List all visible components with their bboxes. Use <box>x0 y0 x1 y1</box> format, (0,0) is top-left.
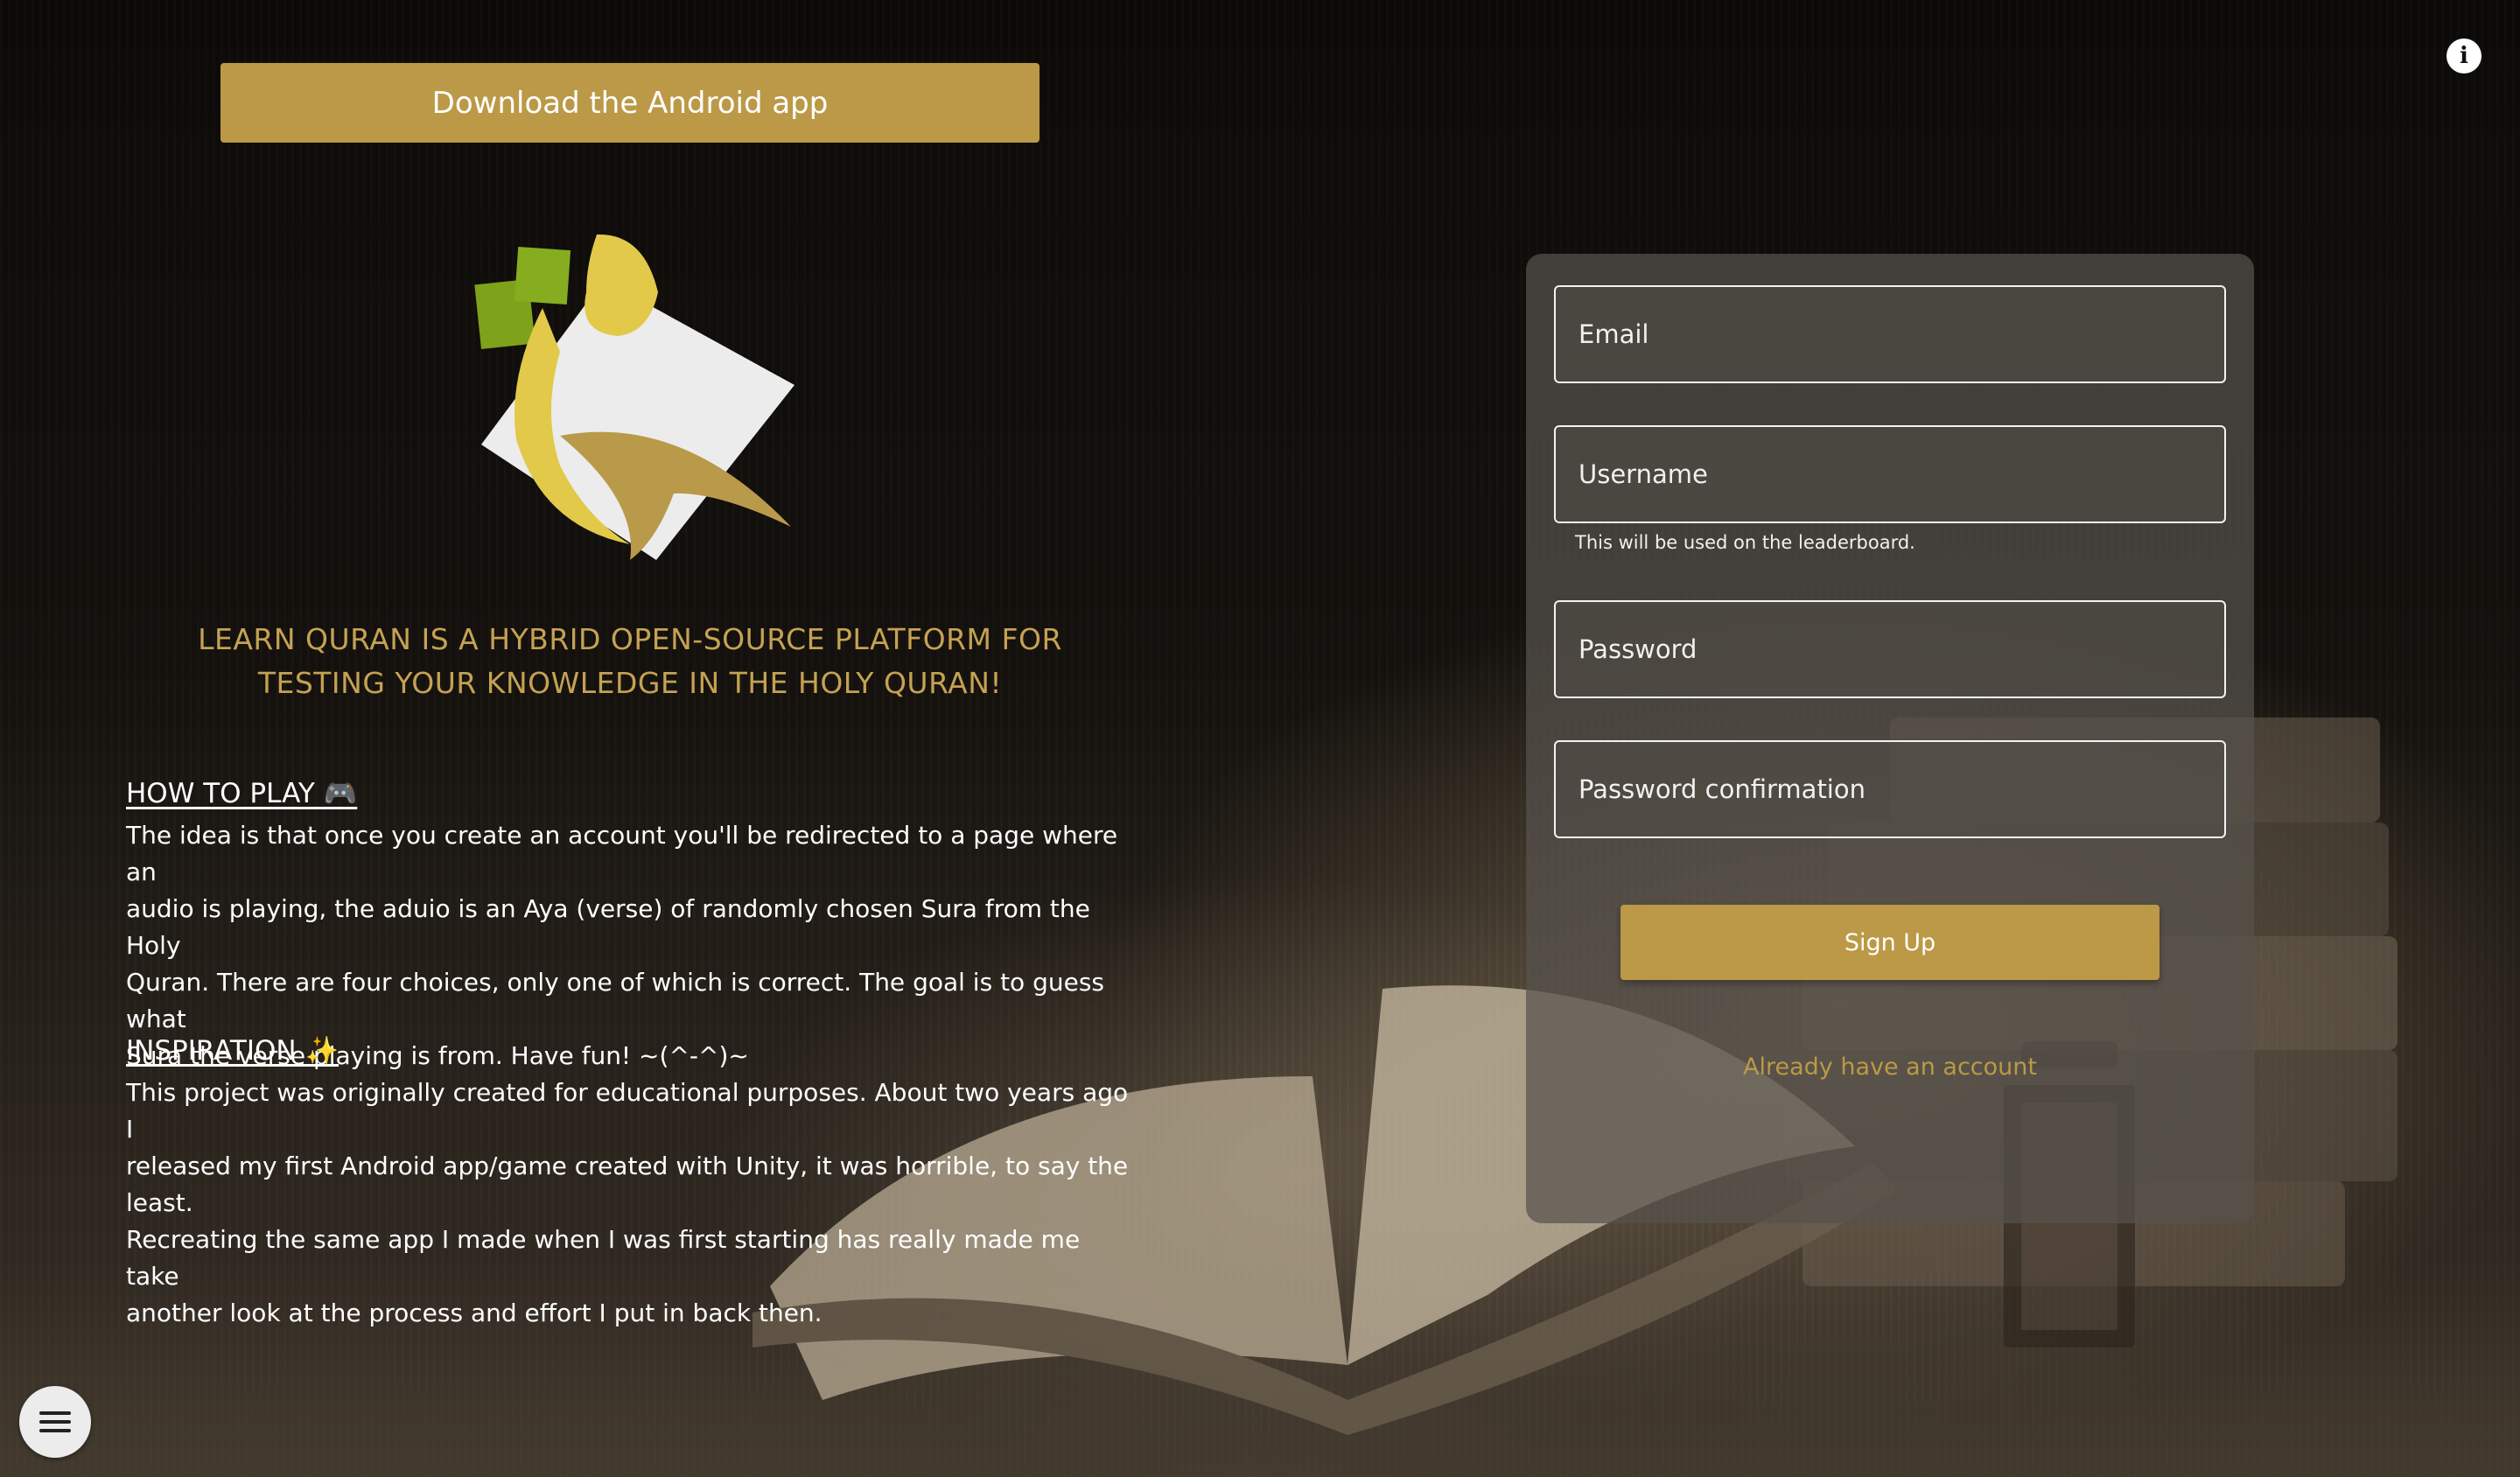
password-confirmation-field[interactable] <box>1554 740 2226 838</box>
sign-up-button[interactable]: Sign Up <box>1620 905 2160 980</box>
download-android-app-button[interactable]: Download the Android app <box>220 63 1040 143</box>
hamburger-menu-icon[interactable] <box>19 1386 91 1458</box>
how-to-play-line: audio is playing, the aduio is an Aya (v… <box>126 894 1090 960</box>
info-icon[interactable]: i <box>2446 38 2482 74</box>
how-to-play-line: The idea is that once you create an acco… <box>126 821 1118 886</box>
inspiration-line: another look at the process and effort I… <box>126 1298 822 1327</box>
inspiration-line: Recreating the same app I made when I wa… <box>126 1225 1081 1291</box>
how-to-play-line: Quran. There are four choices, only one … <box>126 968 1105 1033</box>
username-helper-text: This will be used on the leaderboard. <box>1575 532 1915 553</box>
already-have-account-link[interactable]: Already have an account <box>1526 1054 2254 1081</box>
how-to-play-title: HOW TO PLAY 🎮 <box>126 778 358 809</box>
learn-quran-logo <box>474 234 794 560</box>
inspiration-title: INSPIRATION ✨ <box>126 1035 340 1067</box>
email-field[interactable] <box>1554 285 2226 383</box>
inspiration-line: This project was originally created for … <box>126 1078 1129 1144</box>
password-field[interactable] <box>1554 600 2226 698</box>
platform-tagline: LEARN QURAN IS A HYBRID OPEN-SOURCE PLAT… <box>198 622 1062 700</box>
username-field[interactable] <box>1554 425 2226 523</box>
inspiration-description: This project was originally created for … <box>126 1074 1132 1332</box>
inspiration-line: released my first Android app/game creat… <box>126 1152 1129 1217</box>
